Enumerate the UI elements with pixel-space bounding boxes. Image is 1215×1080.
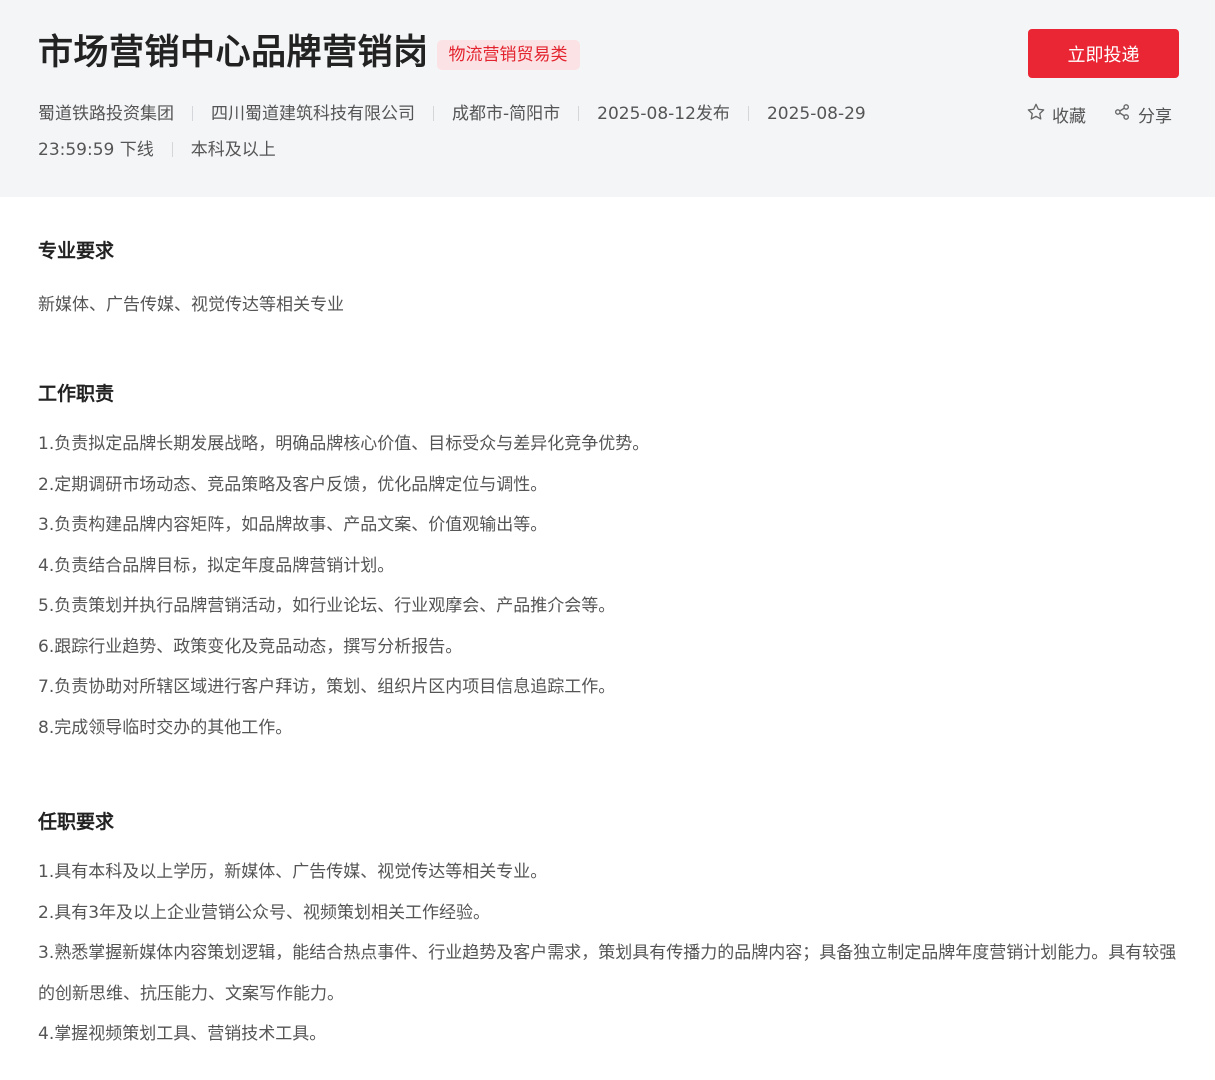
meta-divider — [192, 106, 193, 121]
job-meta: 蜀道铁路投资集团 四川蜀道建筑科技有限公司 成都市-简阳市 2025-08-12发布 2… — [38, 96, 883, 168]
share-nodes-icon — [1112, 102, 1138, 127]
duty-item: 1.负责拟定品牌长期发展战略，明确品牌核心价值、目标受众与差异化竞争优势。 — [38, 434, 650, 454]
meta-divider — [433, 106, 434, 121]
section-title: 任职要求 — [38, 811, 115, 833]
duty-item: 6.跟踪行业趋势、政策变化及竞品动态，撰写分析报告。 — [38, 636, 463, 657]
star-outline-icon — [1026, 102, 1052, 127]
meta-divider — [578, 106, 580, 121]
duty-item: 8.完成领导临时交办的其他工作。 — [38, 717, 293, 738]
duty-item: 4.负责结合品牌目标，拟定年度品牌营销计划。 — [38, 555, 395, 576]
share-button[interactable]: 分享 — [1112, 102, 1172, 127]
duty-item: 5.负责策划并执行品牌营销活动，如行业论坛、行业观摩会、产品推介会等。 — [38, 596, 616, 616]
meta-divider — [171, 142, 173, 157]
section-title: 工作职责 — [38, 383, 115, 405]
meta-group: 蜀道铁路投资集团 — [38, 104, 174, 124]
meta-divider — [747, 106, 749, 121]
duty-item: 3.负责构建品牌内容矩阵，如品牌故事、产品文案、价值观输出等。 — [38, 515, 548, 535]
share-label: 分享 — [1138, 107, 1172, 127]
favorite-button[interactable]: 收藏 — [1026, 102, 1086, 127]
favorite-label: 收藏 — [1052, 107, 1086, 127]
title-row: 市场营销中心品牌营销岗 物流营销贸易类 — [38, 30, 580, 76]
section-major-requirements: 专业要求 新媒体、广告传媒、视觉传达等相关专业 — [38, 237, 1178, 326]
meta-education: 本科及以上 — [190, 140, 276, 160]
meta-location: 成都市-简阳市 — [452, 104, 561, 124]
header-actions: 收藏 分享 — [1026, 102, 1172, 127]
duty-item: 7.负责协助对所辖区域进行客户拜访，策划、组织片区内项目信息追踪工作。 — [38, 677, 616, 697]
requirement-item: 4.掌握视频策划工具、营销技术工具。 — [38, 1024, 327, 1044]
requirement-item: 2.具有3年及以上企业营销公众号、视频策划相关工作经验。 — [38, 902, 491, 923]
section-job-duties: 工作职责 1.负责拟定品牌长期发展战略，明确品牌核心价值、目标受众与差异化竞争优… — [38, 380, 1178, 748]
section-title: 专业要求 — [38, 240, 115, 262]
job-title: 市场营销中心品牌营销岗 — [38, 33, 429, 73]
major-text: 新媒体、广告传媒、视觉传达等相关专业 — [38, 295, 344, 315]
apply-button[interactable]: 立即投递 — [1028, 29, 1179, 78]
requirement-item: 1.具有本科及以上学历，新媒体、广告传媒、视觉传达等相关专业。 — [38, 862, 548, 882]
section-job-requirements: 任职要求 1.具有本科及以上学历，新媒体、广告传媒、视觉传达等相关专业。 2.具… — [38, 808, 1178, 1055]
requirement-item: 3.熟悉掌握新媒体内容策划逻辑，能结合热点事件、行业趋势及客户需求，策划具有传播… — [38, 943, 1177, 1004]
duty-item: 2.定期调研市场动态、竞品策略及客户反馈，优化品牌定位与调性。 — [38, 474, 548, 495]
category-badge: 物流营销贸易类 — [436, 40, 580, 70]
job-header: 市场营销中心品牌营销岗 物流营销贸易类 立即投递 蜀道铁路投资集团 四川蜀道建筑科… — [0, 0, 1215, 197]
meta-company: 四川蜀道建筑科技有限公司 — [211, 104, 415, 124]
meta-publish-date: 2025-08-12发布 — [597, 104, 730, 124]
